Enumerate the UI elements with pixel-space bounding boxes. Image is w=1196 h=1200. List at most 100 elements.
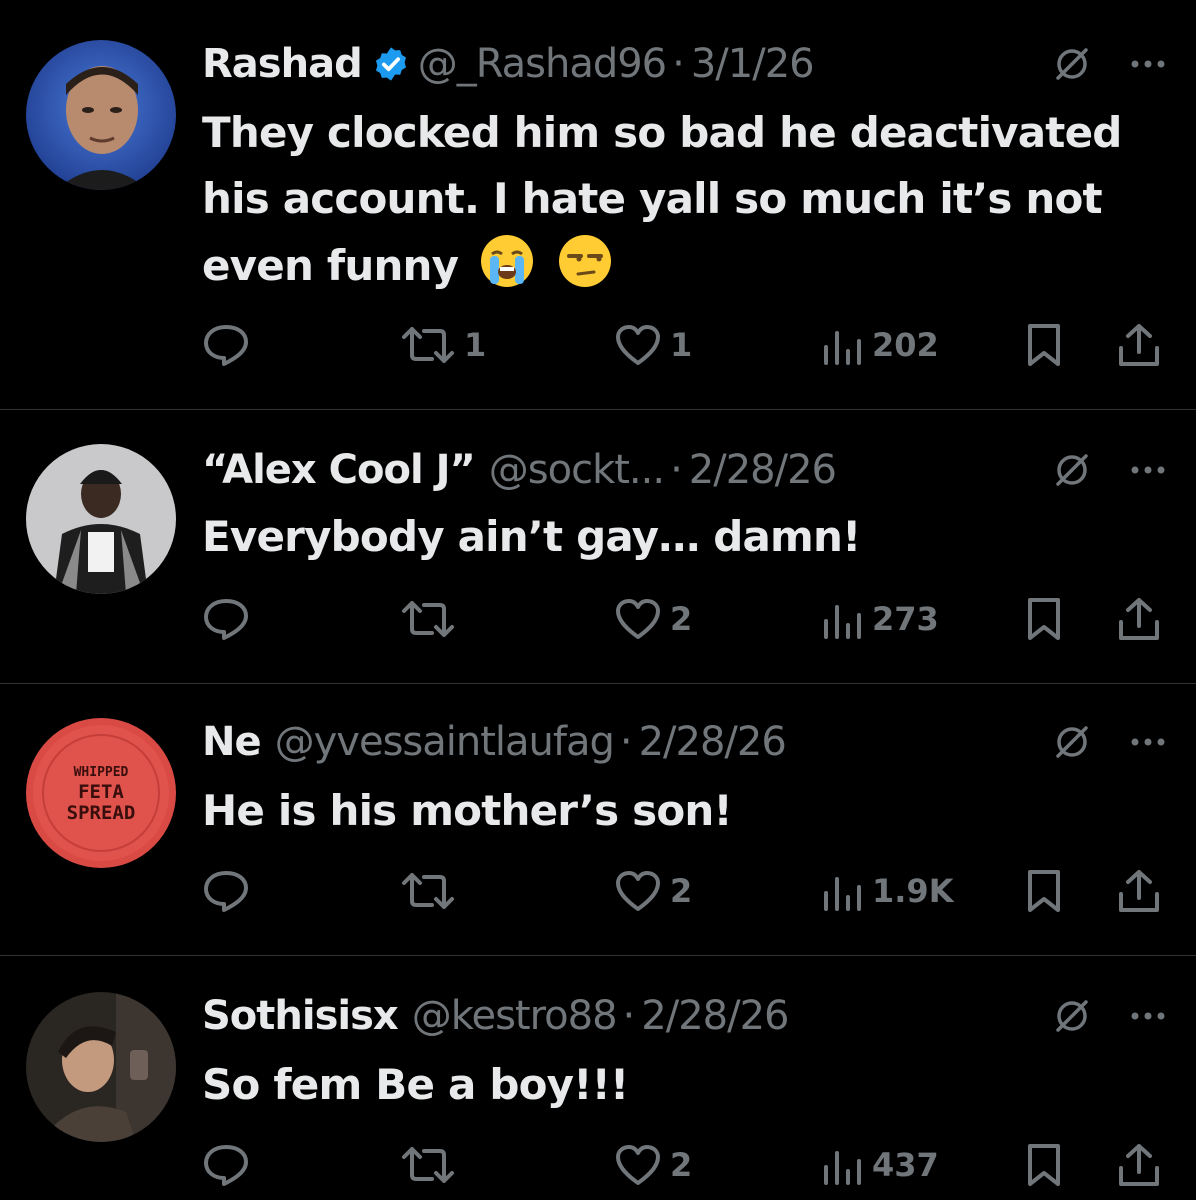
post-text-content: He is his mother’s son! <box>202 786 733 835</box>
grok-icon[interactable] <box>1052 722 1092 762</box>
more-icon[interactable] <box>1130 59 1166 69</box>
share-icon <box>1119 1144 1159 1186</box>
separator: · <box>672 41 685 87</box>
bookmark-icon <box>1028 870 1060 912</box>
post-text-content: They clocked him so bad he deactivated h… <box>202 108 1122 290</box>
avatar[interactable] <box>26 444 176 594</box>
repost-button[interactable] <box>400 866 464 916</box>
reply-button[interactable] <box>202 594 258 644</box>
loudly-crying-face-icon <box>481 235 534 287</box>
view-count: 273 <box>872 600 939 638</box>
like-icon <box>616 599 660 639</box>
post-ne[interactable]: WHIPPED FETA SPREAD Ne @yvessaintlaufag … <box>0 684 1196 956</box>
avatar[interactable] <box>26 40 176 190</box>
bookmark-button[interactable] <box>1024 594 1064 644</box>
more-icon[interactable] <box>1130 465 1166 475</box>
post-header: “Alex Cool J” @sockt... · 2/28/26 <box>202 444 1166 496</box>
handle[interactable]: @kestro88 <box>412 990 618 1042</box>
post-text: Everybody ain’t gay… damn! <box>202 504 1136 570</box>
post-text: So fem Be a boy!!! <box>202 1052 1136 1118</box>
like-count: 2 <box>670 600 693 638</box>
repost-button[interactable]: 1 <box>400 320 486 370</box>
repost-button[interactable] <box>400 1140 464 1190</box>
more-icon[interactable] <box>1130 737 1166 747</box>
bookmark-button[interactable] <box>1024 866 1064 916</box>
avatar[interactable] <box>26 992 176 1142</box>
like-button[interactable]: 1 <box>614 320 692 370</box>
handle[interactable]: @yvessaintlaufag <box>275 716 615 768</box>
views-icon <box>824 605 861 639</box>
post-alex-cool-j[interactable]: “Alex Cool J” @sockt... · 2/28/26 Everyb… <box>0 410 1196 684</box>
verified-badge-icon <box>372 45 410 83</box>
views-icon <box>824 331 861 365</box>
bookmark-icon <box>1028 324 1060 366</box>
post-rashad[interactable]: Rashad @_Rashad96 · 3/1/26 They clocked … <box>0 0 1196 410</box>
timestamp[interactable]: 2/28/26 <box>641 990 789 1042</box>
display-name[interactable]: Ne <box>202 716 262 768</box>
separator: · <box>622 993 636 1039</box>
post-text: They clocked him so bad he deactivated h… <box>202 100 1136 299</box>
post-header: Sothisisx @kestro88 · 2/28/26 <box>202 990 1166 1042</box>
share-button[interactable] <box>1116 594 1162 644</box>
share-icon <box>1119 598 1159 640</box>
reply-feed: Rashad @_Rashad96 · 3/1/26 They clocked … <box>0 0 1196 1200</box>
bookmark-button[interactable] <box>1024 320 1064 370</box>
post-header: Rashad @_Rashad96 · 3/1/26 <box>202 38 1166 90</box>
post-text-content: Everybody ain’t gay… damn! <box>202 512 861 561</box>
like-icon <box>616 1145 660 1185</box>
grok-icon[interactable] <box>1052 450 1092 490</box>
reply-icon <box>204 325 248 366</box>
bookmark-icon <box>1028 1144 1060 1186</box>
avatar[interactable]: WHIPPED FETA SPREAD <box>26 718 176 868</box>
share-icon <box>1119 870 1159 912</box>
repost-icon <box>402 327 454 363</box>
more-icon[interactable] <box>1130 1011 1166 1021</box>
reply-icon <box>204 599 248 640</box>
share-button[interactable] <box>1116 1140 1162 1190</box>
timestamp[interactable]: 2/28/26 <box>639 716 787 768</box>
share-button[interactable] <box>1116 866 1162 916</box>
display-name[interactable]: Rashad <box>202 38 363 90</box>
repost-icon <box>402 601 454 637</box>
display-name[interactable]: Sothisisx <box>202 990 399 1042</box>
reply-button[interactable] <box>202 866 258 916</box>
timestamp[interactable]: 2/28/26 <box>689 444 837 496</box>
repost-icon <box>402 873 454 909</box>
handle[interactable]: @_Rashad96 <box>418 38 667 90</box>
share-button[interactable] <box>1116 320 1162 370</box>
like-icon <box>616 325 660 365</box>
grok-icon[interactable] <box>1052 996 1092 1036</box>
grok-icon[interactable] <box>1052 44 1092 84</box>
post-actions: 1 1 202 <box>202 320 1166 370</box>
views-button[interactable]: 1.9K <box>820 866 953 916</box>
like-button[interactable]: 2 <box>614 1140 692 1190</box>
reply-button[interactable] <box>202 320 258 370</box>
like-button[interactable]: 2 <box>614 594 692 644</box>
bookmark-button[interactable] <box>1024 1140 1064 1190</box>
repost-button[interactable] <box>400 594 464 644</box>
view-count: 1.9K <box>872 872 954 910</box>
avatar-text-whipped: WHIPPED <box>74 765 129 780</box>
views-icon <box>824 877 861 911</box>
reply-button[interactable] <box>202 1140 258 1190</box>
display-name[interactable]: “Alex Cool J” <box>202 444 476 496</box>
views-button[interactable]: 202 <box>820 320 939 370</box>
post-actions: 2 273 <box>202 594 1166 644</box>
post-header: Ne @yvessaintlaufag · 2/28/26 <box>202 716 1166 768</box>
post-sothisisx[interactable]: Sothisisx @kestro88 · 2/28/26 So fem Be … <box>0 956 1196 1200</box>
repost-count: 1 <box>464 326 487 364</box>
timestamp[interactable]: 3/1/26 <box>691 38 815 90</box>
like-button[interactable]: 2 <box>614 866 692 916</box>
post-text-content: So fem Be a boy!!! <box>202 1060 629 1109</box>
handle[interactable]: @sockt... <box>489 444 665 496</box>
share-icon <box>1119 324 1159 366</box>
view-count: 437 <box>872 1146 939 1184</box>
avatar-text-feta: FETA <box>78 781 124 803</box>
bookmark-icon <box>1028 598 1060 640</box>
separator: · <box>670 447 683 493</box>
unamused-face-icon <box>558 235 611 287</box>
avatar-text-spread: SPREAD <box>67 802 136 824</box>
views-button[interactable]: 273 <box>820 594 939 644</box>
views-button[interactable]: 437 <box>820 1140 939 1190</box>
like-count: 2 <box>670 872 693 910</box>
